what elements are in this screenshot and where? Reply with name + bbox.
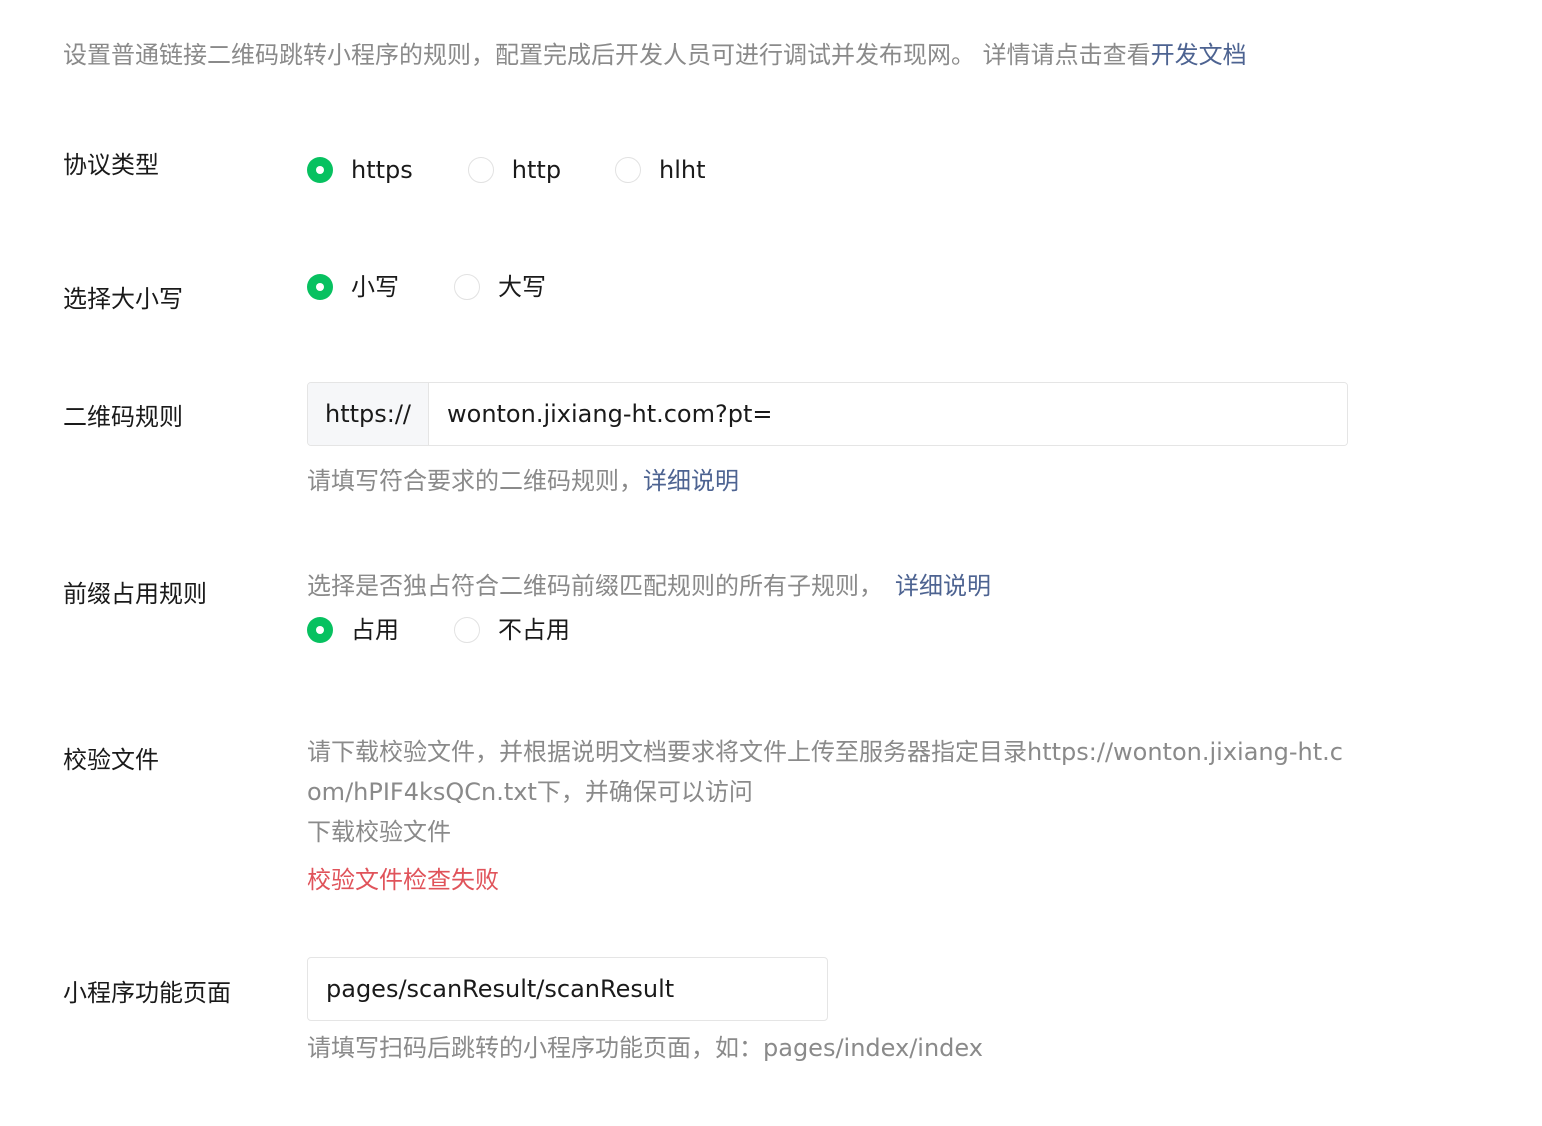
protocol-option-label: http (511, 156, 562, 184)
prefix-radio-not-occupy[interactable]: 不占用 (454, 613, 570, 647)
verify-file-description: 请下载校验文件，并根据说明文档要求将文件上传至服务器指定目录https://wo… (307, 738, 1343, 806)
prefix-rule-label: 前缀占用规则 (63, 580, 207, 608)
radio-checked-icon (307, 617, 333, 643)
protocol-radio-group: https http hlht (307, 153, 706, 187)
case-option-label: 小写 (351, 273, 399, 301)
prefix-radio-occupy[interactable]: 占用 (307, 613, 399, 647)
case-radio-upper[interactable]: 大写 (454, 270, 546, 304)
mini-page-input[interactable] (307, 957, 828, 1021)
radio-unchecked-icon (467, 157, 494, 183)
radio-unchecked-icon (615, 157, 642, 183)
qr-rule-details-link[interactable]: 详细说明 (643, 467, 739, 495)
protocol-label: 协议类型 (63, 151, 159, 179)
protocol-radio-hlht[interactable]: hlht (615, 153, 706, 187)
prefix-rule-details-link[interactable]: 详细说明 (895, 572, 991, 600)
verify-file-label: 校验文件 (63, 746, 159, 774)
prefix-rule-radio-group: 占用 不占用 (307, 613, 570, 647)
protocol-option-label: https (351, 156, 413, 184)
protocol-option-label: hlht (659, 156, 706, 184)
case-label: 选择大小写 (63, 285, 183, 313)
qr-rule-input-group: https:// (307, 382, 1348, 446)
radio-checked-icon (307, 274, 333, 300)
qr-rule-hint-text: 请填写符合要求的二维码规则， (307, 467, 643, 495)
protocol-radio-https[interactable]: https (307, 153, 413, 187)
intro-text: 设置普通链接二维码跳转小程序的规则，配置完成后开发人员可进行调试并发布现网。 详… (63, 38, 1247, 72)
prefix-rule-hint-text: 选择是否独占符合二维码前缀匹配规则的所有子规则， (307, 572, 883, 600)
radio-checked-icon (307, 157, 333, 183)
dev-docs-link[interactable]: 开发文档 (1151, 41, 1247, 69)
mini-page-label: 小程序功能页面 (63, 979, 231, 1007)
prefix-rule-hint: 选择是否独占符合二维码前缀匹配规则的所有子规则， 详细说明 (307, 569, 991, 603)
case-radio-group: 小写 大写 (307, 270, 546, 304)
prefix-option-label: 不占用 (498, 616, 570, 644)
case-option-label: 大写 (498, 273, 546, 301)
qr-rule-hint: 请填写符合要求的二维码规则，详细说明 (307, 464, 739, 498)
intro-description: 设置普通链接二维码跳转小程序的规则，配置完成后开发人员可进行调试并发布现网。 详… (63, 41, 1151, 69)
protocol-radio-http[interactable]: http (467, 153, 562, 187)
qr-rule-input[interactable] (429, 383, 1347, 445)
download-verify-file-link[interactable]: 下载校验文件 (307, 815, 451, 849)
mini-page-hint: 请填写扫码后跳转的小程序功能页面，如：pages/index/index (307, 1034, 983, 1062)
radio-unchecked-icon (454, 274, 480, 300)
qr-rule-label: 二维码规则 (63, 403, 183, 431)
prefix-option-label: 占用 (351, 616, 399, 644)
qr-rule-prefix: https:// (308, 383, 429, 445)
radio-unchecked-icon (454, 617, 480, 643)
verify-file-error: 校验文件检查失败 (307, 866, 499, 894)
case-radio-lower[interactable]: 小写 (307, 270, 399, 304)
